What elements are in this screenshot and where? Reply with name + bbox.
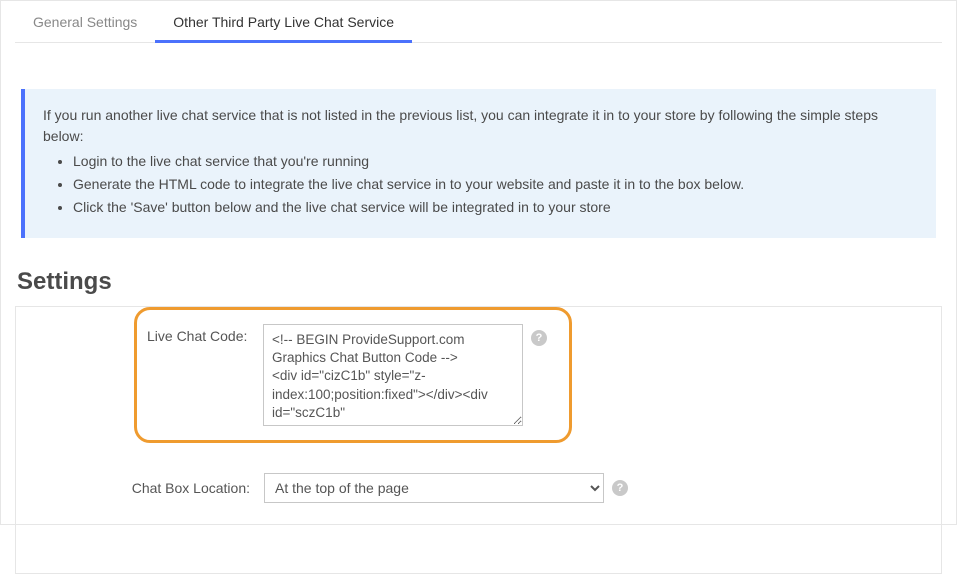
chat-box-location-select[interactable]: At the top of the page (264, 473, 604, 503)
tab-other-third-party[interactable]: Other Third Party Live Chat Service (155, 1, 412, 42)
settings-panel: Live Chat Code: ? Chat Box Location: At … (15, 306, 942, 574)
live-chat-code-input[interactable] (263, 324, 523, 426)
live-chat-code-label: Live Chat Code: (147, 324, 263, 344)
info-step: Login to the live chat service that you'… (73, 151, 918, 172)
help-icon[interactable]: ? (612, 480, 628, 496)
info-steps-list: Login to the live chat service that you'… (43, 151, 918, 218)
tabs: General Settings Other Third Party Live … (15, 1, 942, 43)
info-step: Generate the HTML code to integrate the … (73, 174, 918, 195)
section-title: Settings (17, 268, 942, 296)
tab-general-settings[interactable]: General Settings (15, 1, 155, 42)
help-icon[interactable]: ? (531, 330, 547, 346)
info-step: Click the 'Save' button below and the li… (73, 197, 918, 218)
chat-box-location-label: Chat Box Location: (34, 480, 264, 496)
info-intro: If you run another live chat service tha… (43, 105, 918, 147)
highlight-live-chat-code: Live Chat Code: ? (134, 307, 572, 443)
info-box: If you run another live chat service tha… (21, 89, 936, 238)
